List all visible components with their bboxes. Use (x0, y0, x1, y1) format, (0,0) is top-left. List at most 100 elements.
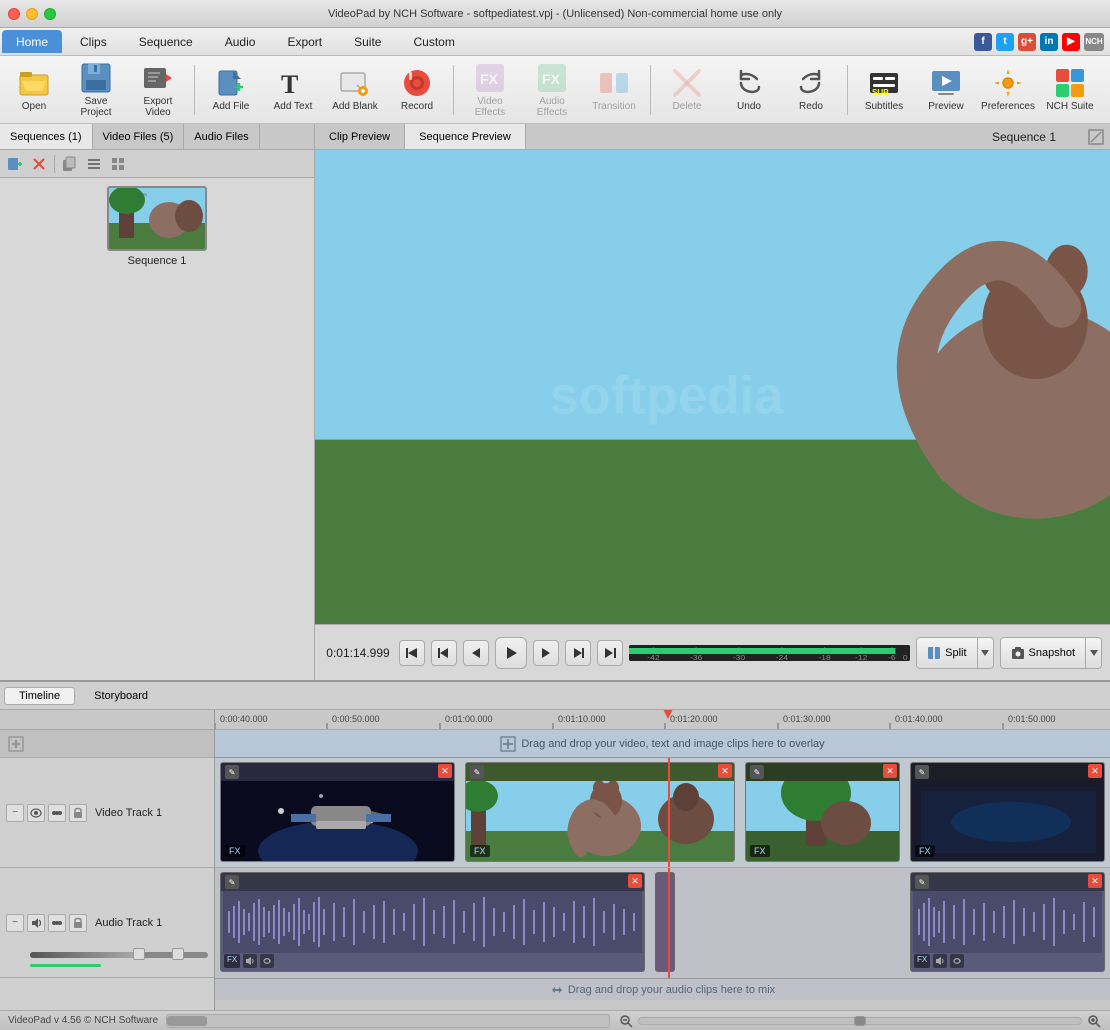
maximize-button[interactable] (44, 8, 56, 20)
tab-video-files[interactable]: Video Files (5) (93, 124, 185, 149)
clip-edit-btn-2[interactable]: ✎ (470, 765, 484, 779)
redo-button[interactable]: Redo (781, 60, 841, 120)
subtitles-button[interactable]: SUB Subtitles (854, 60, 914, 120)
tab-audio-files[interactable]: Audio Files (184, 124, 259, 149)
audio-clip-2[interactable] (655, 872, 675, 972)
zoom-slider-thumb[interactable] (854, 1016, 866, 1026)
zoom-in-button[interactable] (1086, 1013, 1102, 1029)
skip-to-start-button[interactable] (399, 640, 425, 666)
menu-export[interactable]: Export (273, 30, 336, 53)
new-sequence-btn[interactable] (4, 153, 26, 175)
step-forward-button[interactable] (565, 640, 591, 666)
volume-slider-thumb[interactable] (133, 948, 145, 960)
audio-effects-button[interactable]: FX Audio Effects (522, 60, 582, 120)
tab-sequence-preview[interactable]: Sequence Preview (405, 124, 526, 149)
menu-suite[interactable]: Suite (340, 30, 395, 53)
menu-home[interactable]: Home (2, 30, 62, 53)
snapshot-dropdown-button[interactable] (1086, 637, 1102, 669)
lock-audio-btn[interactable] (69, 914, 87, 932)
audio-loop-btn[interactable] (260, 954, 274, 968)
facebook-icon[interactable]: f (974, 33, 992, 51)
collapse-video-btn[interactable]: − (6, 804, 24, 822)
video-clip-4[interactable]: ✎ ✕ FX (910, 762, 1105, 862)
audio-track-controls: − (6, 914, 87, 932)
twitter-icon[interactable]: t (996, 33, 1014, 51)
minimize-button[interactable] (26, 8, 38, 20)
menu-audio[interactable]: Audio (211, 30, 270, 53)
frame-back-button[interactable] (463, 640, 489, 666)
tab-clip-preview[interactable]: Clip Preview (315, 124, 405, 149)
sequence-item[interactable]: Sequence 1 (107, 186, 207, 267)
snapshot-button[interactable]: Snapshot (1000, 637, 1086, 669)
group-video-btn[interactable] (48, 804, 66, 822)
open-button[interactable]: Open (4, 60, 64, 120)
menu-clips[interactable]: Clips (66, 30, 121, 53)
split-dropdown-button[interactable] (978, 637, 994, 669)
expand-preview-button[interactable] (1086, 127, 1106, 147)
youtube-icon[interactable]: ▶ (1062, 33, 1080, 51)
clip-edit-btn-4[interactable]: ✎ (915, 765, 929, 779)
duplicate-btn[interactable] (59, 153, 81, 175)
clip-edit-btn-3[interactable]: ✎ (750, 765, 764, 779)
audio-close-btn-1[interactable]: ✕ (628, 874, 642, 888)
audio-clip-1[interactable]: ✎ ✕ (220, 872, 645, 972)
save-project-button[interactable]: Save Project (66, 60, 126, 120)
clip-edit-btn[interactable]: ✎ (225, 765, 239, 779)
compact-view-btn[interactable] (107, 153, 129, 175)
nch-suite-button[interactable]: NCH Suite (1040, 60, 1100, 120)
clip-close-btn-3[interactable]: ✕ (883, 764, 897, 778)
volume-slider-thumb2[interactable] (172, 948, 184, 960)
video-effects-button[interactable]: FX Video Effects (460, 60, 520, 120)
audio-close-btn-3[interactable]: ✕ (1088, 874, 1102, 888)
skip-to-end-button[interactable] (597, 640, 623, 666)
export-video-button[interactable]: Export Video (128, 60, 188, 120)
list-view-btn[interactable] (83, 153, 105, 175)
clip-close-btn[interactable]: ✕ (438, 764, 452, 778)
menu-custom[interactable]: Custom (399, 30, 468, 53)
zoom-slider[interactable] (638, 1017, 1082, 1025)
add-blank-button[interactable]: Add Blank (325, 60, 385, 120)
frame-forward-button[interactable] (533, 640, 559, 666)
group-audio-btn[interactable] (48, 914, 66, 932)
add-text-button[interactable]: T Add Text (263, 60, 323, 120)
tab-timeline[interactable]: Timeline (4, 687, 75, 705)
preferences-button[interactable]: Preferences (978, 60, 1038, 120)
tab-sequences[interactable]: Sequences (1) (0, 124, 93, 149)
linkedin-icon[interactable]: in (1040, 33, 1058, 51)
video-clip-3[interactable]: ✎ ✕ FX (745, 762, 900, 862)
scrollbar-thumb[interactable] (167, 1016, 207, 1026)
preview-button[interactable]: Preview (916, 60, 976, 120)
add-file-button[interactable]: Add File (201, 60, 261, 120)
delete-sequence-btn[interactable] (28, 153, 50, 175)
zoom-out-button[interactable] (618, 1013, 634, 1029)
split-button[interactable]: Split (916, 637, 977, 669)
record-button[interactable]: Record (387, 60, 447, 120)
lock-video-btn[interactable] (69, 804, 87, 822)
audio-mute-btn[interactable] (243, 954, 257, 968)
delete-button[interactable]: Delete (657, 60, 717, 120)
clip-close-btn-4[interactable]: ✕ (1088, 764, 1102, 778)
googleplus-icon[interactable]: g+ (1018, 33, 1036, 51)
audio-edit-btn-3[interactable]: ✎ (915, 875, 929, 889)
mute-audio-btn[interactable] (27, 914, 45, 932)
timeline-scrollbar[interactable] (166, 1014, 610, 1028)
transition-button[interactable]: Transition (584, 60, 644, 120)
audio-track-name: Audio Track 1 (95, 917, 162, 929)
collapse-audio-btn[interactable]: − (6, 914, 24, 932)
nch-icon[interactable]: NCH (1084, 33, 1104, 51)
video-clip-1[interactable]: ✎ ✕ (220, 762, 455, 862)
play-button[interactable] (495, 637, 527, 669)
undo-button[interactable]: Undo (719, 60, 779, 120)
clip-close-btn-2[interactable]: ✕ (718, 764, 732, 778)
video-clip-2[interactable]: ✎ ✕ (465, 762, 735, 862)
audio3-loop-btn[interactable] (950, 954, 964, 968)
audio-edit-btn-1[interactable]: ✎ (225, 875, 239, 889)
menu-sequence[interactable]: Sequence (125, 30, 207, 53)
close-button[interactable] (8, 8, 20, 20)
eye-video-btn[interactable] (27, 804, 45, 822)
step-back-button[interactable] (431, 640, 457, 666)
audio3-mute-btn[interactable] (933, 954, 947, 968)
video-track-label: − Video Track 1 (0, 758, 214, 868)
tab-storyboard[interactable]: Storyboard (79, 687, 163, 705)
audio-clip-3[interactable]: ✎ ✕ (910, 872, 1105, 972)
